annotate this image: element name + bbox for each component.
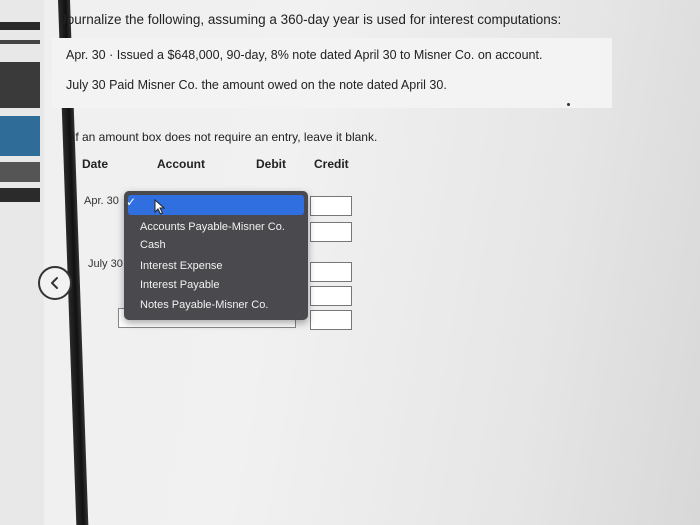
credit-amount-input[interactable]	[310, 310, 352, 330]
header-debit: Debit	[256, 157, 286, 171]
dropdown-option[interactable]: Cash	[140, 239, 166, 251]
main-content: Journalize the following, assuming a 360…	[0, 0, 700, 525]
dropdown-option[interactable]: Notes Payable-Misner Co.	[140, 299, 268, 311]
dropdown-option[interactable]: Interest Payable	[140, 279, 220, 291]
row-date-apr30: Apr. 30	[84, 195, 119, 207]
credit-amount-input[interactable]	[310, 222, 352, 242]
back-button[interactable]	[38, 266, 72, 300]
dropdown-option[interactable]: Accounts Payable-Misner Co.	[140, 221, 285, 233]
header-date: Date	[82, 157, 109, 171]
decorative-dot	[567, 103, 570, 106]
credit-amount-input[interactable]	[310, 286, 352, 306]
header-credit: Credit	[314, 157, 349, 171]
header-account: Account	[157, 157, 205, 171]
transaction-line-1: Apr. 30 · Issued a $648,000, 90-day, 8% …	[66, 48, 543, 62]
row-date-jul30: July 30	[88, 258, 123, 270]
transaction-line-2: July 30 Paid Misner Co. the amount owed …	[66, 78, 447, 92]
page-title: Journalize the following, assuming a 360…	[60, 12, 562, 27]
instruction-text: If an amount box does not require an ent…	[72, 130, 378, 144]
dropdown-option[interactable]: Interest Expense	[140, 260, 223, 272]
account-dropdown-menu[interactable]: ✓ Accounts Payable-Misner Co. Cash Inter…	[124, 191, 308, 320]
chevron-left-icon	[51, 277, 58, 289]
credit-amount-input[interactable]	[310, 262, 352, 282]
mouse-pointer-icon	[154, 199, 166, 215]
checkmark-icon: ✓	[125, 195, 137, 209]
credit-amount-input[interactable]	[310, 196, 352, 216]
